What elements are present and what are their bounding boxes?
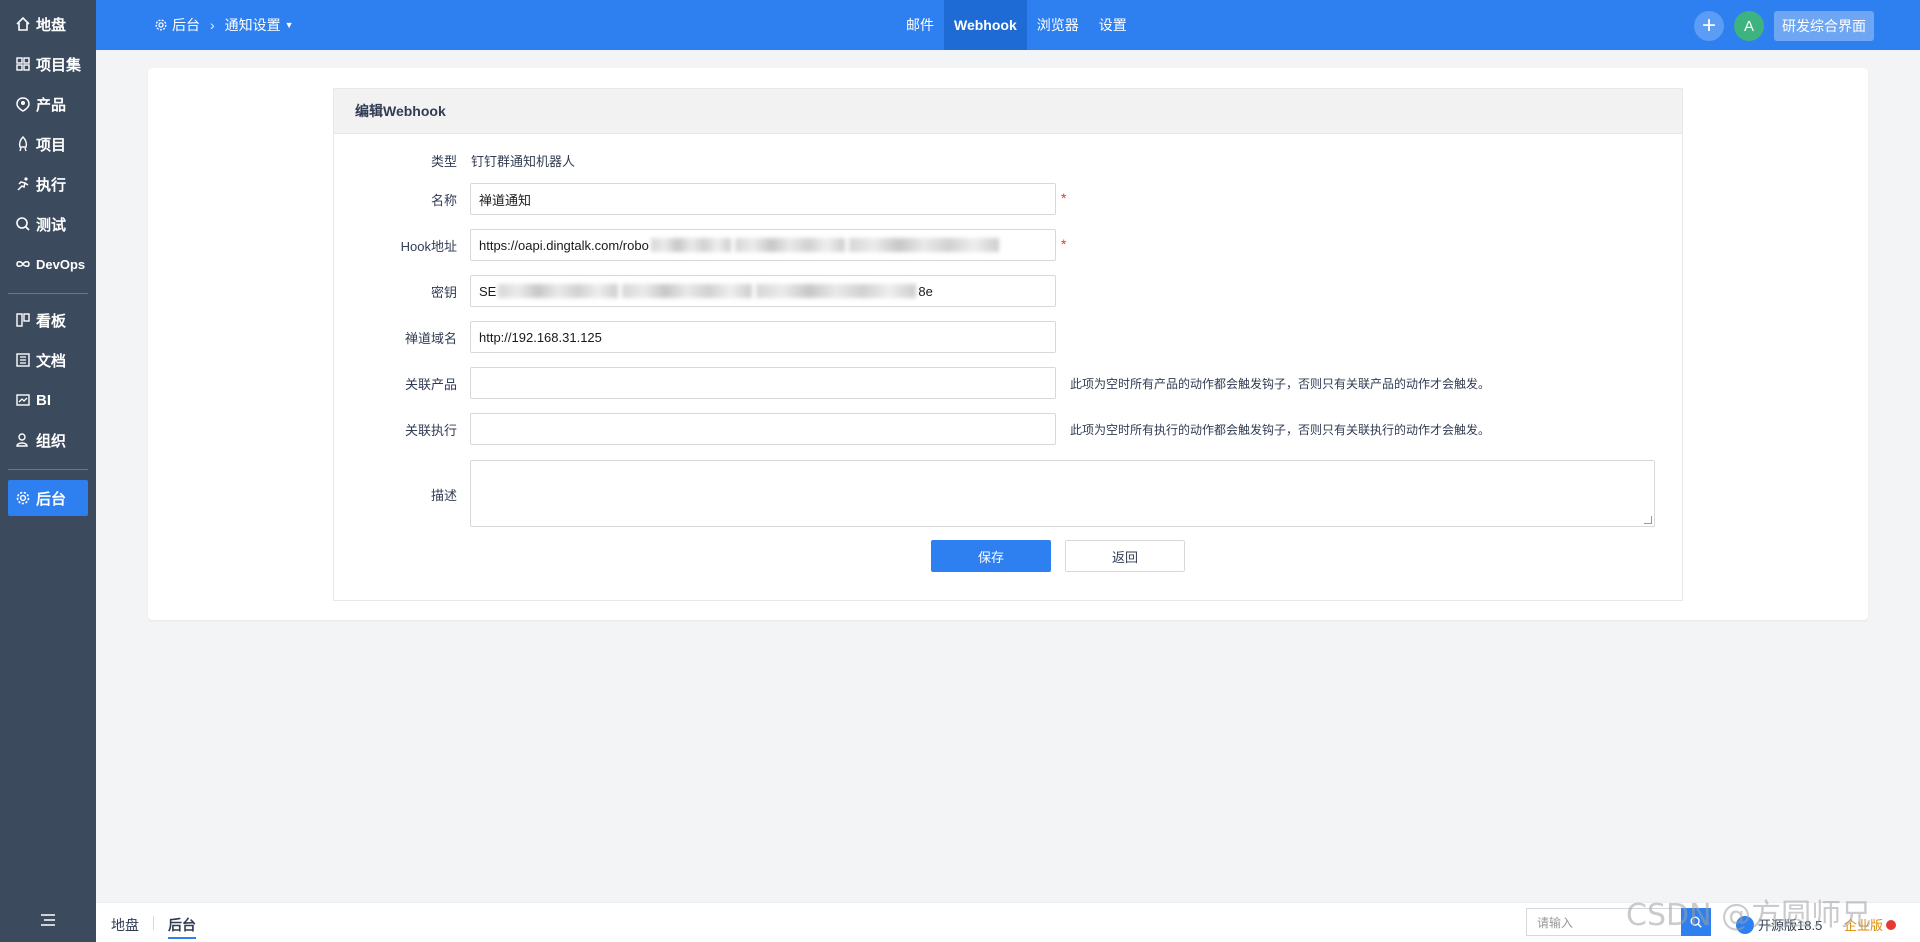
sidebar-item-label: 看板 xyxy=(36,312,67,330)
sidebar-item-devops[interactable]: DevOps xyxy=(8,246,88,282)
required-mark: * xyxy=(1061,236,1067,252)
avatar[interactable]: A xyxy=(1734,11,1764,41)
sidebar-item-label: 产品 xyxy=(36,96,67,114)
redaction-blur xyxy=(498,284,619,298)
domain-label: 禅道域名 xyxy=(404,331,457,346)
sidebar-item-label: 项目 xyxy=(36,136,67,154)
caret-down-icon[interactable]: ▼ xyxy=(285,20,294,30)
footer-link-my[interactable]: 地盘 xyxy=(111,915,139,935)
sidebar-item-label: 项目集 xyxy=(36,56,82,74)
sidebar-item-execution[interactable]: 执行 xyxy=(8,166,88,202)
resize-handle-icon[interactable] xyxy=(1644,516,1652,524)
execution-hint: 此项为空时所有执行的动作都会触发钩子，否则只有关联执行的动作才会触发。 xyxy=(1070,423,1491,437)
gear-icon xyxy=(14,489,32,507)
sidebar-item-kanban[interactable]: 看板 xyxy=(8,302,88,338)
home-icon xyxy=(14,15,32,33)
alert-dot-icon xyxy=(1886,920,1897,930)
secret-value-start: SE xyxy=(479,283,497,299)
execution-select[interactable] xyxy=(470,413,1056,445)
desc-label: 描述 xyxy=(430,488,457,503)
name-input[interactable]: 禅道通知 xyxy=(470,183,1056,215)
breadcrumb: 后台 › 通知设置 ▼ xyxy=(154,0,294,50)
redaction-blur xyxy=(756,284,917,298)
product-hint: 此项为空时所有产品的动作都会触发钩子，否则只有关联产品的动作才会触发。 xyxy=(1070,377,1491,391)
domain-input[interactable]: http://192.168.31.125 xyxy=(470,321,1056,353)
type-value: 钉钉群通知机器人 xyxy=(471,154,576,169)
card-title: 编辑Webhook xyxy=(334,89,1682,134)
run-icon xyxy=(14,175,32,193)
secret-input[interactable]: SE 8e xyxy=(470,275,1056,307)
plus-icon[interactable]: + xyxy=(1694,11,1724,41)
breadcrumb-root[interactable]: 后台 xyxy=(172,15,200,35)
header-actions: + A 研发综合界面 xyxy=(1694,11,1874,41)
menu-collapse-icon[interactable] xyxy=(38,910,58,930)
redaction-blur xyxy=(650,238,731,252)
hook-label: Hook地址 xyxy=(400,239,457,254)
sidebar-divider xyxy=(8,469,88,470)
tab-settings[interactable]: 设置 xyxy=(1089,0,1137,50)
secret-value-end: 8e xyxy=(918,283,933,299)
sidebar-item-program[interactable]: 项目集 xyxy=(8,46,88,82)
name-value: 禅道通知 xyxy=(479,192,532,208)
sidebar-divider xyxy=(8,293,88,294)
hook-url-input[interactable]: https://oapi.dingtalk.com/robo xyxy=(470,229,1056,261)
sidebar-item-bi[interactable]: BI xyxy=(8,382,88,418)
watermark: CSDN @方圆师兄 xyxy=(1626,898,1872,933)
product-select[interactable] xyxy=(470,367,1056,399)
redaction-blur xyxy=(734,238,845,252)
module-nav: 邮件 Webhook 浏览器 设置 xyxy=(896,0,1137,50)
secret-label: 密钥 xyxy=(430,285,457,300)
product-label: 关联产品 xyxy=(404,377,457,392)
top-header: 后台 › 通知设置 ▼ 邮件 Webhook 浏览器 设置 + A 研发综合界面 xyxy=(96,0,1920,50)
infinity-icon xyxy=(14,255,32,273)
chevron-right-icon: › xyxy=(210,17,215,33)
required-mark: * xyxy=(1061,190,1067,206)
chart-icon xyxy=(14,391,32,409)
switch-interface-button[interactable]: 研发综合界面 xyxy=(1774,11,1874,41)
sidebar-item-label: 测试 xyxy=(36,216,67,234)
footer-link-admin[interactable]: 后台 xyxy=(168,915,196,939)
redaction-blur xyxy=(622,284,753,298)
sidebar-item-label: 文档 xyxy=(36,352,67,370)
sidebar-item-my[interactable]: 地盘 xyxy=(8,6,88,42)
grid-icon xyxy=(14,55,32,73)
sidebar-item-test[interactable]: 测试 xyxy=(8,206,88,242)
sidebar-item-doc[interactable]: 文档 xyxy=(8,342,88,378)
tab-mail[interactable]: 邮件 xyxy=(896,0,944,50)
description-textarea[interactable] xyxy=(470,460,1655,527)
sidebar-item-product[interactable]: 产品 xyxy=(8,86,88,122)
sidebar-item-label: 组织 xyxy=(36,432,67,450)
sidebar: 地盘 项目集 产品 项目 执行 测试 DevOps 看板 文档 BI 组织 后台 xyxy=(0,0,96,942)
domain-value: http://192.168.31.125 xyxy=(479,329,602,345)
sidebar-item-project[interactable]: 项目 xyxy=(8,126,88,162)
sidebar-item-label: BI xyxy=(36,391,51,409)
gear-icon xyxy=(154,18,168,32)
product-icon xyxy=(14,95,32,113)
tab-browser[interactable]: 浏览器 xyxy=(1027,0,1089,50)
name-label: 名称 xyxy=(430,193,457,208)
kanban-icon xyxy=(14,311,32,329)
doc-icon xyxy=(14,351,32,369)
back-button[interactable]: 返回 xyxy=(1065,540,1185,572)
sidebar-item-admin[interactable]: 后台 xyxy=(8,480,88,516)
test-icon xyxy=(14,215,32,233)
hook-url-value: https://oapi.dingtalk.com/robo xyxy=(479,237,649,253)
sidebar-item-org[interactable]: 组织 xyxy=(8,422,88,458)
project-icon xyxy=(14,135,32,153)
org-icon xyxy=(14,431,32,449)
sidebar-item-label: 执行 xyxy=(36,176,67,194)
type-label: 类型 xyxy=(430,154,457,169)
execution-label: 关联执行 xyxy=(404,423,457,438)
sidebar-item-label: 地盘 xyxy=(36,16,67,34)
tab-webhook[interactable]: Webhook xyxy=(944,0,1027,50)
footer-divider xyxy=(153,916,154,930)
sidebar-item-label: 后台 xyxy=(36,490,67,508)
breadcrumb-current[interactable]: 通知设置 xyxy=(225,15,281,35)
redaction-blur xyxy=(848,238,999,252)
save-button[interactable]: 保存 xyxy=(931,540,1051,572)
sidebar-item-label: DevOps xyxy=(36,256,86,272)
